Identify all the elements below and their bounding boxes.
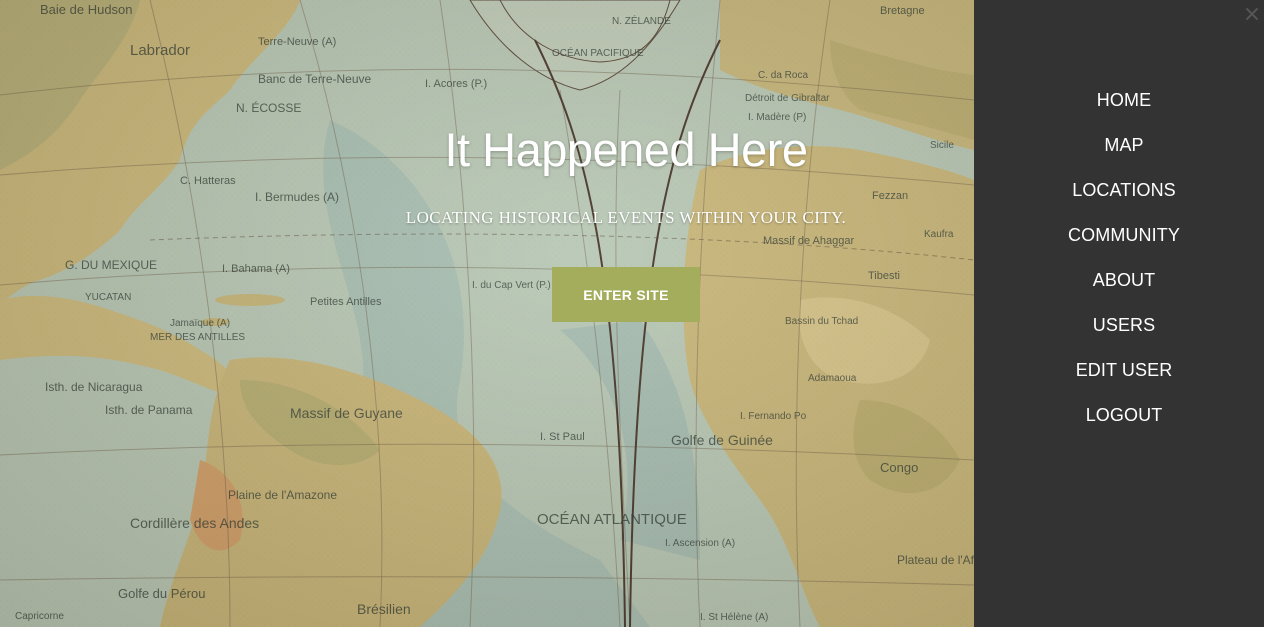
map-label: Jamaïque (A)	[170, 318, 231, 329]
map-label: Bretagne	[880, 5, 925, 17]
map-label: Golfe du Pérou	[118, 586, 206, 601]
map-label: I. St Hélène (A)	[700, 612, 769, 623]
menu-item-about: ABOUT	[974, 258, 1264, 303]
map-label: Bassin du Tchad	[785, 316, 859, 327]
map-label: Adamaoua	[808, 373, 857, 384]
menu-link-map[interactable]: MAP	[1104, 135, 1143, 156]
map-label: Massif de Ahaggar	[763, 235, 855, 247]
hero-section: Baie de Hudson Labrador Terre-Neuve (A) Ban…	[0, 0, 974, 627]
map-label: Petites Antilles	[310, 296, 382, 308]
menu-item-users: USERS	[974, 303, 1264, 348]
map-label: I. Ascension (A)	[665, 538, 736, 549]
menu-item-edit-user: EDIT USER	[974, 348, 1264, 393]
page: Baie de Hudson Labrador Terre-Neuve (A) Ban…	[0, 0, 1264, 627]
map-label: Terre-Neuve (A)	[258, 36, 337, 48]
menu-list: HOME MAP LOCATIONS COMMUNITY ABOUT USERS…	[974, 78, 1264, 438]
menu-link-edit-user[interactable]: EDIT USER	[1076, 360, 1173, 381]
map-label: I. Bermudes (A)	[255, 190, 340, 204]
map-label: I. Acores (P.)	[425, 78, 488, 90]
map-label: Golfe de Guinée	[671, 432, 773, 448]
map-label: Isth. de Panama	[105, 403, 193, 417]
map-label: I. Bahama (A)	[222, 263, 290, 275]
close-icon[interactable]	[1244, 6, 1260, 22]
side-navigation: HOME MAP LOCATIONS COMMUNITY ABOUT USERS…	[974, 0, 1264, 627]
enter-site-button[interactable]: ENTER SITE	[552, 267, 700, 322]
map-label: Capricorne	[15, 611, 64, 622]
menu-item-map: MAP	[974, 123, 1264, 168]
map-label: Plateau de l'Afrique Austra	[897, 553, 974, 567]
map-label: Kaufra	[924, 229, 954, 240]
map-label: Fezzan	[872, 190, 909, 202]
menu-link-about[interactable]: ABOUT	[1093, 270, 1156, 291]
map-label: Isth. de Nicaragua	[45, 380, 143, 394]
map-label: Plaine de l'Amazone	[228, 488, 338, 502]
map-label: Cordillère des Andes	[130, 515, 260, 531]
map-label: Labrador	[130, 42, 191, 59]
map-label: Détroit de Gibraltar	[745, 93, 830, 104]
map-label: OCÉAN PACIFIQUE	[552, 48, 644, 59]
map-label: I. St Paul	[540, 431, 585, 443]
map-label: G. DU MEXIQUE	[65, 258, 158, 272]
map-label: C. da Roca	[758, 70, 809, 81]
map-label: N. ZÉLANDE	[612, 16, 671, 27]
menu-item-home: HOME	[974, 78, 1264, 123]
map-label: N. ÉCOSSE	[236, 101, 302, 115]
map-label: Brésilien	[357, 601, 411, 617]
map-label: I. Fernando Po	[740, 411, 807, 422]
map-label: Banc de Terre-Neuve	[258, 72, 372, 86]
menu-link-users[interactable]: USERS	[1093, 315, 1156, 336]
map-label: OCÉAN ATLANTIQUE	[537, 511, 687, 528]
map-label: MER DES ANTILLES	[150, 332, 246, 343]
map-label: Massif de Guyane	[290, 405, 403, 421]
map-label: Baie de Hudson	[40, 2, 133, 17]
map-label: YUCATAN	[85, 292, 132, 303]
menu-link-logout[interactable]: LOGOUT	[1086, 405, 1163, 426]
map-label: Congo	[880, 460, 919, 475]
map-label: I. du Cap Vert (P.)	[472, 280, 551, 291]
menu-item-locations: LOCATIONS	[974, 168, 1264, 213]
menu-link-community[interactable]: COMMUNITY	[1068, 225, 1180, 246]
menu-item-community: COMMUNITY	[974, 213, 1264, 258]
menu-item-logout: LOGOUT	[974, 393, 1264, 438]
menu-link-home[interactable]: HOME	[1097, 90, 1151, 111]
map-label: Tibesti	[868, 270, 900, 282]
menu-link-locations[interactable]: LOCATIONS	[1072, 180, 1176, 201]
